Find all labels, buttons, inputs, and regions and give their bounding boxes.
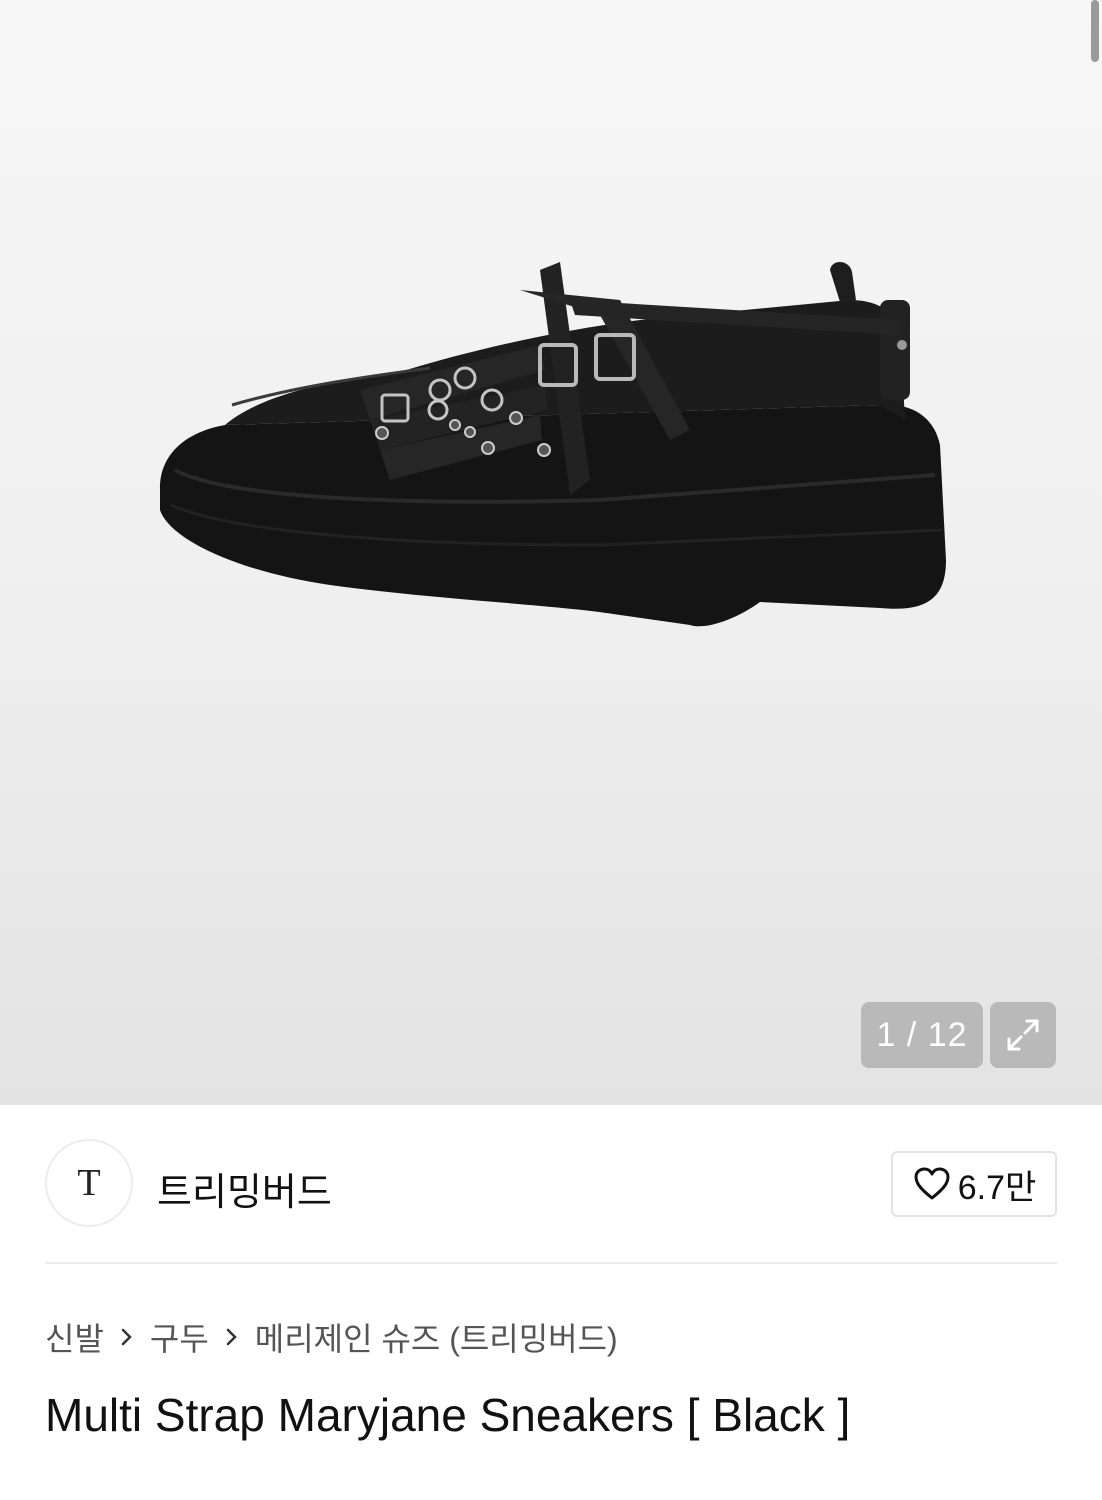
chevron-right-icon [120,1326,134,1348]
breadcrumb-item-dress-shoes[interactable]: 구두 [150,1314,209,1360]
heart-icon [914,1167,950,1200]
scrollbar[interactable] [1091,0,1099,62]
brand-logo[interactable]: T [45,1139,133,1227]
product-image[interactable] [0,0,1102,1105]
image-counter: 1 / 12 [861,1002,983,1068]
product-title: Multi Strap Maryjane Sneakers [ Black ] [45,1389,851,1441]
breadcrumb: 신발 구두 메리제인 슈즈 (트리밍버드) [45,1314,618,1360]
product-image-gallery[interactable]: 1 / 12 [0,0,1102,1105]
brand-name[interactable]: 트리밍버드 [157,1161,332,1216]
chevron-right-icon [225,1326,239,1348]
image-counter-text: 1 / 12 [876,1015,968,1054]
breadcrumb-item-maryjane[interactable]: 메리제인 슈즈 (트리밍버드) [255,1314,618,1360]
divider [45,1262,1057,1264]
expand-button[interactable] [990,1002,1056,1068]
like-button[interactable]: 6.7만 [891,1151,1057,1217]
brand-row: T 트리밍버드 6.7만 [45,1139,1057,1227]
like-count: 6.7만 [957,1168,1037,1207]
breadcrumb-item-shoes[interactable]: 신발 [45,1314,104,1360]
brand-logo-mark: T [77,1162,101,1204]
expand-icon [1007,1019,1039,1051]
